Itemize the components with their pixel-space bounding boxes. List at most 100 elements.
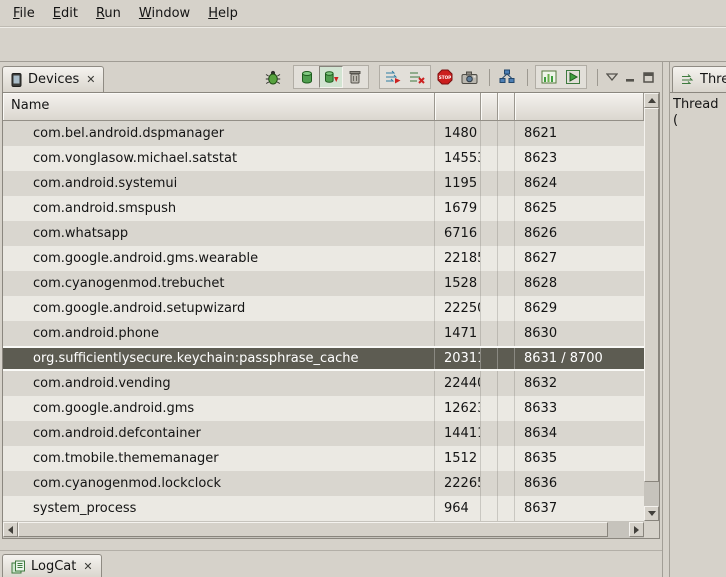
empty-cell	[498, 221, 515, 246]
process-name-cell: com.vonglasow.michael.satstat	[3, 146, 435, 171]
menu-item-edit[interactable]: Edit	[44, 3, 87, 24]
dump-hprof-icon[interactable]	[319, 66, 343, 88]
column-header-name[interactable]: Name	[3, 93, 435, 120]
table-row[interactable]: com.google.android.setupwizard 22250 862…	[3, 296, 644, 321]
empty-cell	[498, 296, 515, 321]
maximize-icon[interactable]	[639, 66, 657, 88]
start-method-profiling-icon[interactable]	[405, 66, 429, 88]
port-cell: 8637	[515, 496, 644, 521]
empty-cell	[481, 346, 498, 371]
menu-item-run[interactable]: Run	[87, 3, 130, 24]
process-name-cell: com.whatsapp	[3, 221, 435, 246]
pid-cell: 22250	[435, 296, 481, 321]
table-row[interactable]: com.android.phone 1471 8630	[3, 321, 644, 346]
cause-gc-icon[interactable]	[343, 66, 367, 88]
minimize-icon[interactable]	[621, 66, 639, 88]
empty-cell	[498, 246, 515, 271]
menu-item-window[interactable]: Window	[130, 3, 199, 24]
table-row[interactable]: system_process 964 8637	[3, 496, 644, 521]
column-header-pid[interactable]	[435, 93, 481, 120]
update-threads-icon[interactable]	[381, 66, 405, 88]
scroll-down-icon[interactable]	[644, 506, 659, 521]
process-name-cell: com.google.android.gms	[3, 396, 435, 421]
pid-cell: 1471	[435, 321, 481, 346]
empty-cell	[498, 496, 515, 521]
left-column: Devices ✕	[0, 62, 662, 577]
table-row[interactable]: com.vonglasow.michael.satstat 14553 8623	[3, 146, 644, 171]
process-name-cell: com.bel.android.dspmanager	[3, 121, 435, 146]
toolbar-separator	[527, 69, 528, 86]
port-cell: 8621	[515, 121, 644, 146]
device-icon	[11, 73, 23, 87]
table-row[interactable]: com.android.smspush 1679 8625	[3, 196, 644, 221]
tab-devices-close-icon[interactable]: ✕	[86, 73, 95, 86]
tab-logcat[interactable]: LogCat ✕	[2, 554, 102, 577]
port-cell: 8635	[515, 446, 644, 471]
view-hierarchy-icon[interactable]	[495, 66, 519, 88]
table-row[interactable]: com.tmobile.thememanager 1512 8635	[3, 446, 644, 471]
table-row[interactable]: com.android.defcontainer 14411 8634	[3, 421, 644, 446]
process-name-cell: com.android.defcontainer	[3, 421, 435, 446]
horizontal-scrollbar[interactable]	[3, 521, 644, 538]
table-row[interactable]: com.google.android.gms 12623 8633	[3, 396, 644, 421]
table-row[interactable]: com.android.vending 22440 8632	[3, 371, 644, 396]
ddms-window: FileEditRunWindowHelp Devices ✕	[0, 0, 726, 577]
pid-cell: 20311	[435, 346, 481, 371]
process-name-cell: com.cyanogenmod.lockclock	[3, 471, 435, 496]
start-opengl-trace-icon[interactable]	[561, 66, 585, 88]
table-row[interactable]: com.android.systemui 1195 8624	[3, 171, 644, 196]
empty-cell	[481, 471, 498, 496]
threads-message-line2: (	[673, 113, 723, 129]
port-cell: 8636	[515, 471, 644, 496]
table-row[interactable]: com.google.android.gms.wearable 22185 86…	[3, 246, 644, 271]
column-header-4[interactable]	[498, 93, 515, 120]
empty-cell	[481, 321, 498, 346]
empty-cell	[498, 146, 515, 171]
table-row[interactable]: com.cyanogenmod.lockclock 22265 8636	[3, 471, 644, 496]
table-row[interactable]: com.bel.android.dspmanager 1480 8621	[3, 121, 644, 146]
main-toolbar	[0, 27, 726, 62]
threads-icon	[681, 74, 695, 86]
update-heap-icon[interactable]	[295, 66, 319, 88]
panel-sash[interactable]	[662, 62, 670, 577]
tab-logcat-close-icon[interactable]: ✕	[83, 560, 92, 573]
scroll-up-icon[interactable]	[644, 93, 659, 108]
port-cell: 8623	[515, 146, 644, 171]
scrollbar-corner	[644, 521, 659, 538]
pid-cell: 1528	[435, 271, 481, 296]
debug-process-icon[interactable]	[261, 66, 285, 88]
pid-cell: 22265	[435, 471, 481, 496]
stop-process-icon[interactable]: STOP	[433, 66, 457, 88]
vertical-scrollbar-thumb[interactable]	[644, 108, 659, 482]
scroll-left-icon[interactable]	[3, 522, 18, 537]
column-header-3[interactable]	[481, 93, 498, 120]
empty-cell	[481, 171, 498, 196]
column-header-port[interactable]	[515, 93, 644, 120]
screen-capture-icon[interactable]	[457, 66, 481, 88]
empty-cell	[481, 221, 498, 246]
empty-cell	[481, 371, 498, 396]
table-row[interactable]: com.cyanogenmod.trebuchet 1528 8628	[3, 271, 644, 296]
menu-item-help[interactable]: Help	[199, 3, 247, 24]
capture-systrace-icon[interactable]	[537, 66, 561, 88]
horizontal-scrollbar-thumb[interactable]	[18, 522, 608, 537]
empty-cell	[498, 321, 515, 346]
toolbar-separator	[489, 69, 490, 86]
scroll-right-icon[interactable]	[629, 522, 644, 537]
menubar: FileEditRunWindowHelp	[0, 0, 726, 27]
empty-cell	[498, 421, 515, 446]
tab-threads[interactable]: Threads	[672, 66, 726, 92]
pid-cell: 1512	[435, 446, 481, 471]
port-cell: 8625	[515, 196, 644, 221]
empty-cell	[498, 471, 515, 496]
table-row[interactable]: org.sufficientlysecure.keychain:passphra…	[3, 346, 644, 371]
vertical-scrollbar[interactable]	[644, 93, 659, 521]
view-menu-icon[interactable]	[603, 66, 621, 88]
menu-item-file[interactable]: File	[4, 3, 44, 24]
empty-cell	[481, 296, 498, 321]
pid-cell: 22185	[435, 246, 481, 271]
threads-tabbar: Threads	[670, 62, 726, 92]
tab-devices[interactable]: Devices ✕	[2, 66, 104, 92]
empty-cell	[481, 396, 498, 421]
table-row[interactable]: com.whatsapp 6716 8626	[3, 221, 644, 246]
